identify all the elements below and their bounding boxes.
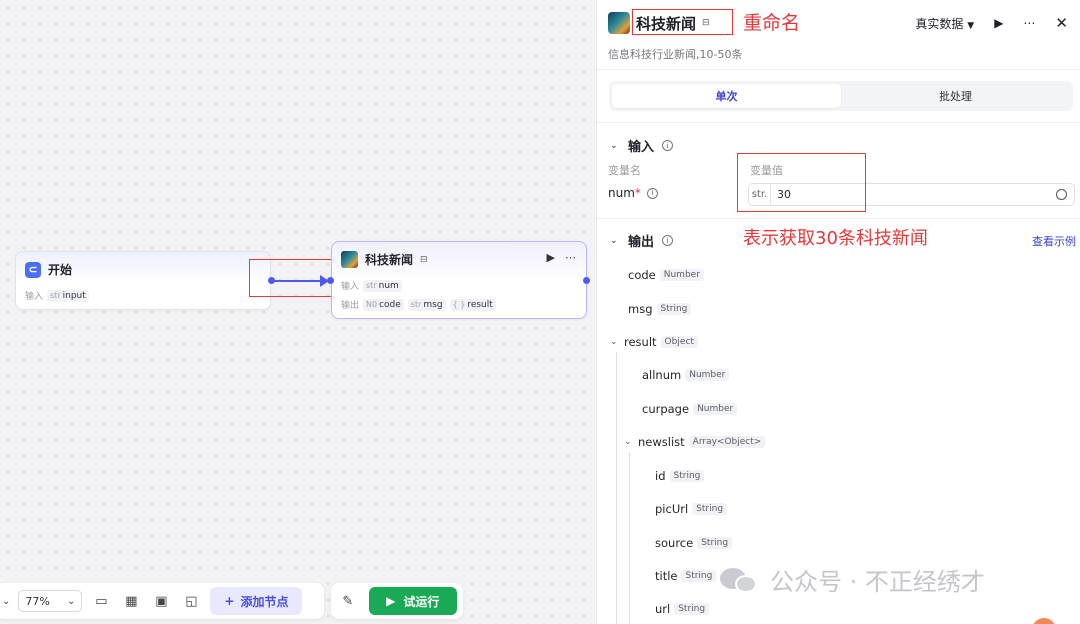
data-mode-select[interactable]: 真实数据 ▼: [915, 15, 974, 32]
test-run-label: 试运行: [403, 594, 440, 609]
tree-item-curpage: curpage Number: [642, 402, 738, 416]
layout-grid-icon[interactable]: ▦: [120, 590, 142, 612]
start-node-title: 开始: [48, 263, 73, 277]
canvas-toolbar: ⌄ 77% ⌄ ▭ ▦ ▣ ◱ + 添加节点: [0, 583, 324, 619]
play-icon: ▶: [386, 594, 396, 608]
tree-item-newslist[interactable]: ⌄ newslist Array<Object>: [624, 435, 766, 449]
news-thumbnail-icon: [341, 251, 358, 268]
news-node-output-row: 输出 N0 code str msg { } result: [341, 298, 496, 311]
tabs-divider: [597, 122, 1080, 123]
more-icon[interactable]: ⋯: [1023, 16, 1035, 30]
tree-item-msg: msg String: [628, 302, 692, 316]
test-run-button[interactable]: ▶ 试运行: [368, 587, 457, 615]
news-input-label: 输入: [341, 282, 360, 292]
workflow-canvas[interactable]: ⊂ 开始 输入 str input 科技新闻 ⊟ ▶ ⋯ 输入 str num …: [0, 0, 596, 624]
chevron-down-icon[interactable]: ⌄: [624, 437, 634, 447]
view-example-link[interactable]: 查看示例: [1032, 233, 1076, 249]
news-output-label: 输出: [341, 301, 360, 311]
zoom-chevron-icon: ⌄: [67, 595, 76, 607]
tab-batch[interactable]: 批处理: [841, 84, 1070, 108]
node-detail-panel: 科技新闻 ⊟ 重命名 真实数据 ▼ ▶ ⋯ ✕ 信息科技行业新闻,10-50条 …: [596, 0, 1080, 624]
output-tag-code: N0 code: [363, 298, 404, 311]
tree-item-picurl: picUrl String: [655, 502, 728, 516]
run-icon[interactable]: ▶: [994, 16, 1003, 30]
output-tag-msg: str msg: [407, 298, 446, 311]
expand-icon[interactable]: [1056, 189, 1067, 200]
col-var-name: 变量名: [608, 164, 641, 177]
panel-thumbnail-icon: [608, 12, 630, 34]
rename-annotation-box: [632, 9, 733, 35]
wechat-icon: [720, 564, 760, 596]
tree-guide-line: [629, 452, 630, 624]
watermark-text: 公众号 · 不正经绣才: [770, 568, 985, 596]
tree-item-url: url String: [655, 602, 710, 616]
news-node-input-row: 输入 str num: [341, 279, 402, 292]
rename-annotation: 重命名: [743, 12, 801, 34]
plus-icon: +: [224, 594, 235, 608]
news-node-actions: ▶ ⋯: [547, 251, 576, 264]
chevron-down-icon[interactable]: ⌄: [610, 337, 620, 347]
run-toolbar: ✎ ▶ 试运行: [331, 583, 463, 619]
image-icon[interactable]: ▣: [150, 590, 172, 612]
input-section-title: 输入: [628, 140, 655, 155]
start-input-tag: str input: [47, 289, 89, 302]
news-input-tag: str num: [363, 279, 402, 292]
tree-item-code: code Number: [628, 268, 704, 282]
wrench-icon[interactable]: ✎: [337, 590, 359, 612]
zoom-select[interactable]: 77% ⌄: [18, 590, 83, 612]
tree-item-allnum: allnum Number: [642, 368, 730, 382]
tree-item-result[interactable]: ⌄ result Object: [610, 335, 698, 349]
add-node-label: 添加节点: [240, 594, 289, 609]
add-node-button[interactable]: + 添加节点: [210, 587, 303, 615]
run-mode-tabs: 单次 批处理: [609, 81, 1073, 111]
news-node-header: 科技新闻 ⊟: [341, 251, 428, 268]
required-mark: *: [634, 186, 641, 200]
start-node-input-row: 输入 str input: [25, 289, 89, 302]
more-icon[interactable]: ⋯: [565, 251, 576, 264]
news-input-port[interactable]: [327, 277, 334, 284]
tree-guide-line: [616, 352, 617, 624]
output-section-title: 输出: [628, 235, 655, 250]
tree-item-id: id String: [655, 469, 705, 483]
start-node[interactable]: ⊂ 开始 输入 str input: [15, 251, 271, 310]
close-icon[interactable]: ✕: [1055, 14, 1068, 32]
start-input-label: 输入: [25, 292, 44, 302]
start-node-header: ⊂ 开始: [25, 261, 72, 278]
input-divider: [597, 218, 1080, 219]
tree-item-title: title String: [655, 569, 717, 583]
run-node-icon[interactable]: ▶: [547, 251, 555, 264]
chevron-down-icon: ⌄: [610, 140, 618, 151]
tech-news-node[interactable]: 科技新闻 ⊟ ▶ ⋯ 输入 str num 输出 N0 code str msg: [331, 241, 587, 319]
panel-actions: 真实数据 ▼ ▶ ⋯ ✕: [915, 14, 1068, 32]
start-icon: ⊂: [25, 261, 41, 278]
output-section-header[interactable]: ⌄ 输出 i: [610, 231, 674, 250]
var-name-text: num: [608, 186, 635, 200]
chevron-down-icon: ⌄: [610, 235, 618, 246]
plugin-icon: ⊟: [420, 254, 428, 265]
output-annotation: 表示获取30条科技新闻: [743, 228, 928, 249]
news-node-title: 科技新闻: [365, 253, 414, 267]
chevron-down-icon[interactable]: ⌄: [2, 596, 10, 607]
comment-icon[interactable]: ▭: [90, 590, 112, 612]
output-tag-result: { } result: [449, 298, 496, 311]
header-divider: [597, 69, 1080, 70]
input-section-header[interactable]: ⌄ 输入 i: [610, 136, 674, 155]
tree-item-source: source String: [655, 536, 733, 550]
panel-subtitle: 信息科技行业新闻,10-50条: [608, 48, 743, 61]
value-annotation-box: [737, 153, 866, 212]
minimap-icon[interactable]: ◱: [180, 590, 202, 612]
var-name-row: num* i: [608, 186, 658, 200]
watermark: 公众号 · 不正经绣才: [720, 562, 985, 597]
news-output-port[interactable]: [583, 277, 590, 284]
info-icon[interactable]: i: [662, 235, 674, 246]
zoom-value: 77%: [25, 594, 50, 608]
info-icon[interactable]: i: [646, 187, 658, 199]
info-icon[interactable]: i: [662, 140, 674, 151]
chevron-down-icon: ▼: [967, 20, 975, 31]
tab-single[interactable]: 单次: [612, 84, 841, 108]
